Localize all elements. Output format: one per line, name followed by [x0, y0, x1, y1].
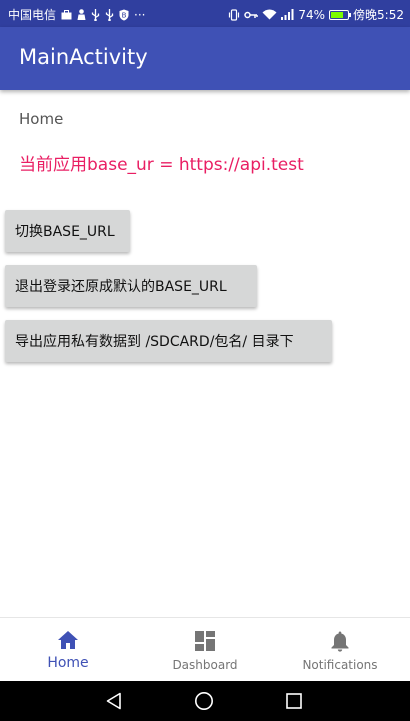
status-bar-left: 中国电信 B ···: [8, 6, 145, 23]
nav-item-dashboard[interactable]: Dashboard: [137, 618, 273, 681]
bell-icon: [331, 631, 349, 652]
briefcase-icon: [61, 9, 72, 20]
app-bar: MainActivity: [0, 27, 410, 90]
usb-icon: [91, 8, 100, 21]
back-button[interactable]: [104, 691, 124, 711]
shield-icon: B: [119, 9, 129, 21]
main-content: Home 当前应用base_ur = https://api.test 切换BA…: [0, 90, 410, 617]
nav-item-notifications[interactable]: Notifications: [272, 618, 408, 681]
more-notifications-icon: ···: [134, 7, 146, 22]
recent-apps-button[interactable]: [284, 691, 304, 711]
status-bar: 中国电信 B ··· 74% 傍晚5:52: [0, 0, 410, 27]
signal-icon: [281, 9, 294, 20]
switch-base-url-button[interactable]: 切换BASE_URL: [5, 210, 130, 252]
key-icon: [244, 10, 259, 20]
recent-apps-icon: [286, 693, 302, 709]
bottom-navigation: Home Dashboard Notifications: [0, 617, 410, 681]
nav-label-notifications: Notifications: [302, 658, 378, 672]
dashboard-icon: [195, 631, 215, 651]
home-icon: [58, 631, 78, 649]
base-url-text: 当前应用base_ur = https://api.test: [19, 155, 304, 175]
person-icon: [77, 9, 86, 20]
carrier-name: 中国电信: [8, 8, 57, 22]
app-title: MainActivity: [19, 45, 148, 69]
export-private-data-button[interactable]: 导出应用私有数据到 /SDCARD/包名/ 目录下: [5, 320, 332, 362]
nav-label-home: Home: [47, 655, 89, 671]
home-system-button[interactable]: [194, 691, 214, 711]
svg-text:B: B: [122, 11, 127, 19]
home-circle-icon: [195, 692, 213, 710]
usb-icon-2: [105, 8, 114, 21]
battery-percent: 74%: [298, 7, 326, 22]
status-bar-right: 74% 傍晚5:52: [228, 6, 404, 23]
clock: 傍晚5:52: [353, 8, 404, 22]
vibrate-icon: [228, 8, 240, 21]
fragment-label: Home: [19, 110, 64, 128]
wifi-icon: [262, 9, 277, 20]
battery-level: [331, 11, 343, 18]
nav-label-dashboard: Dashboard: [172, 658, 238, 672]
system-navigation-bar: [0, 681, 410, 721]
battery-icon: [329, 9, 352, 20]
back-icon: [106, 692, 121, 710]
logout-restore-base-url-button[interactable]: 退出登录还原成默认的BASE_URL: [5, 265, 257, 307]
nav-item-home[interactable]: Home: [0, 618, 136, 681]
